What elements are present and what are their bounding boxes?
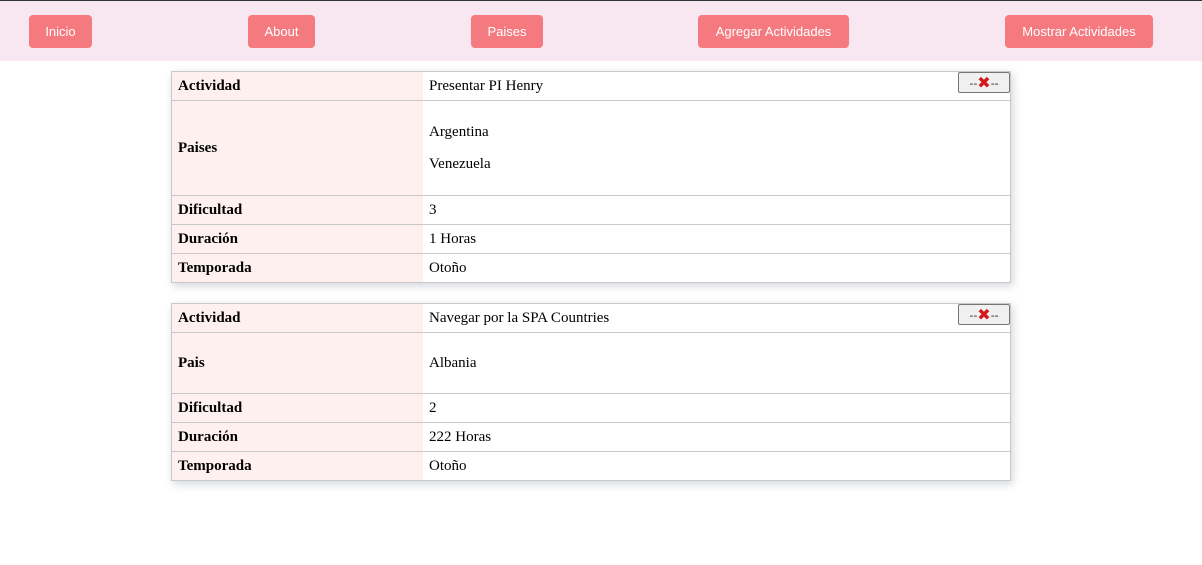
activity-row: Actividad Presentar PI Henry --✖-- xyxy=(171,71,1011,101)
season-label: Temporada xyxy=(171,451,423,481)
nav-agregar-actividades-button[interactable]: Agregar Actividades xyxy=(698,15,849,48)
countries-label: Paises xyxy=(171,100,423,196)
navbar: Inicio About Paises Agregar Actividades … xyxy=(0,1,1202,61)
season-row: Temporada Otoño xyxy=(171,253,1011,283)
activity-label: Actividad xyxy=(171,71,423,101)
duration-row: Duración 222 Horas xyxy=(171,422,1011,452)
duration-value: 222 Horas xyxy=(423,422,1011,452)
activity-value-cell: Navegar por la SPA Countries --✖-- xyxy=(423,303,1011,333)
delete-activity-button[interactable]: --✖-- xyxy=(958,72,1010,93)
activity-value-cell: Presentar PI Henry --✖-- xyxy=(423,71,1011,101)
country-name: Albania xyxy=(429,354,477,371)
activity-table: Actividad Navegar por la SPA Countries -… xyxy=(171,303,1011,481)
activity-table: Actividad Presentar PI Henry --✖-- Paise… xyxy=(171,71,1011,283)
close-icon: ✖ xyxy=(977,73,991,92)
nav-about-button[interactable]: About xyxy=(248,15,315,48)
activity-name: Navegar por la SPA Countries xyxy=(429,309,610,326)
delete-dashes-right: -- xyxy=(990,77,999,90)
nav-mostrar-actividades-button[interactable]: Mostrar Actividades xyxy=(1005,15,1153,48)
season-value: Otoño xyxy=(423,451,1011,481)
delete-activity-button[interactable]: --✖-- xyxy=(958,304,1010,325)
nav-inicio-button[interactable]: Inicio xyxy=(29,15,92,48)
difficulty-row: Dificultad 2 xyxy=(171,393,1011,423)
countries-row: Pais Albania xyxy=(171,332,1011,394)
duration-label: Duración xyxy=(171,422,423,452)
close-icon: ✖ xyxy=(977,305,991,324)
duration-row: Duración 1 Horas xyxy=(171,224,1011,254)
country-label: Pais xyxy=(171,332,423,394)
activity-row: Actividad Navegar por la SPA Countries -… xyxy=(171,303,1011,333)
activity-label: Actividad xyxy=(171,303,423,333)
difficulty-row: Dificultad 3 xyxy=(171,195,1011,225)
activity-name: Presentar PI Henry xyxy=(429,77,544,94)
countries-value-cell: Albania xyxy=(423,332,1011,394)
country-name: Venezuela xyxy=(429,155,491,172)
delete-dashes-right: -- xyxy=(990,309,999,322)
duration-label: Duración xyxy=(171,224,423,254)
difficulty-label: Dificultad xyxy=(171,393,423,423)
difficulty-value: 3 xyxy=(423,195,1011,225)
countries-row: Paises Argentina Venezuela xyxy=(171,100,1011,196)
duration-value: 1 Horas xyxy=(423,224,1011,254)
nav-paises-button[interactable]: Paises xyxy=(471,15,543,48)
country-name: Argentina xyxy=(429,123,489,140)
season-value: Otoño xyxy=(423,253,1011,283)
season-label: Temporada xyxy=(171,253,423,283)
difficulty-label: Dificultad xyxy=(171,195,423,225)
countries-value-cell: Argentina Venezuela xyxy=(423,100,1011,196)
season-row: Temporada Otoño xyxy=(171,451,1011,481)
activity-card: Actividad Navegar por la SPA Countries -… xyxy=(171,303,1011,481)
activity-card: Actividad Presentar PI Henry --✖-- Paise… xyxy=(171,71,1011,283)
difficulty-value: 2 xyxy=(423,393,1011,423)
